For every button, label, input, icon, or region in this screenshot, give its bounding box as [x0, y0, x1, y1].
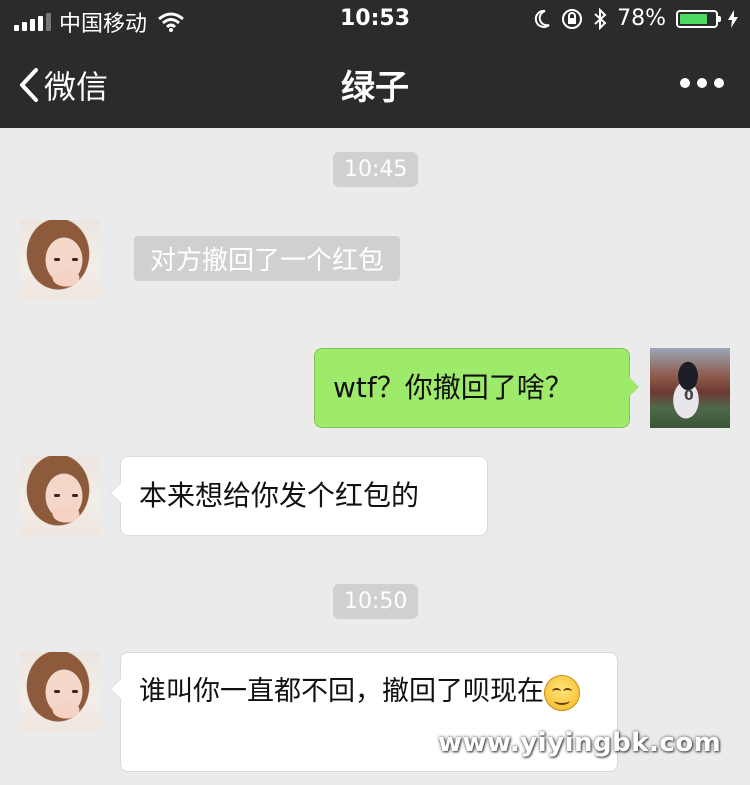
chat-title: 绿子 [341, 68, 409, 108]
grin-emoji-icon [544, 674, 580, 711]
orientation-lock-icon [562, 8, 583, 29]
message-text: wtf？你撤回了啥？ [333, 371, 573, 404]
battery-percent: 78% [617, 6, 666, 31]
battery-icon [676, 9, 721, 28]
bubble-tail [629, 377, 639, 397]
message-text: 谁叫你一直都不回，撤回了呗现在 [139, 676, 544, 707]
bubble-tail [110, 482, 121, 504]
contact-avatar[interactable] [20, 220, 100, 300]
contact-message-bubble[interactable]: 本来想给你发个红包的 [110, 456, 488, 536]
contact-avatar[interactable] [20, 456, 100, 536]
message-text: 本来想给你发个红包的 [139, 479, 420, 512]
my-message-bubble[interactable]: wtf？你撤回了啥？ [314, 348, 639, 428]
more-dots-icon[interactable] [680, 78, 724, 88]
my-avatar[interactable]: 0 [650, 348, 730, 428]
watermark: www.yiyingbk.com [438, 728, 722, 758]
bubble-tail [110, 678, 121, 700]
charging-icon [728, 9, 738, 28]
battery-fill [680, 13, 707, 24]
bluetooth-icon [594, 7, 607, 30]
timestamp: 10:45 [333, 152, 419, 187]
status-bar: 中国移动 10:53 78% [0, 0, 750, 40]
moon-icon [534, 9, 550, 28]
contact-avatar[interactable] [20, 652, 100, 732]
nav-bar: 微信 绿子 [0, 40, 750, 128]
timestamp: 10:50 [333, 584, 419, 619]
status-right: 78% [533, 6, 738, 31]
chat-area[interactable]: 10:45 对方撤回了一个红包 wtf？你撤回了啥？ 0 本来想给你发个红包的 … [0, 128, 750, 785]
recalled-notice: 对方撤回了一个红包 [134, 236, 401, 281]
